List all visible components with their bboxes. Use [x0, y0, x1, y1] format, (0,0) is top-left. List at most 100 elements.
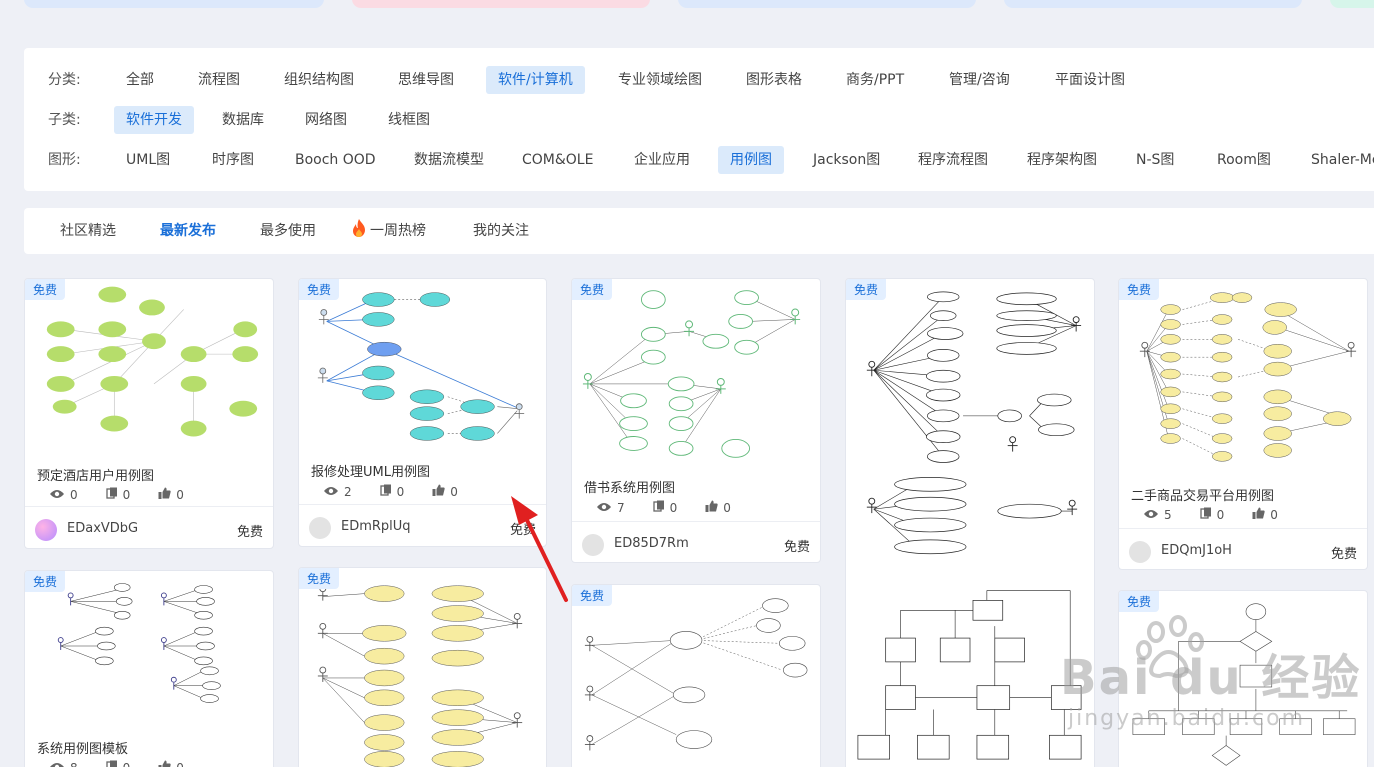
shape-option-com-ole[interactable]: COM&OLE: [510, 146, 605, 174]
thumbs-up-icon: [158, 760, 171, 767]
category-option-software[interactable]: 软件/计算机: [486, 66, 585, 94]
diagram-thumbnail: [317, 585, 523, 767]
category-option-graphic-design[interactable]: 平面设计图: [1043, 66, 1137, 94]
author-name[interactable]: EDQmJ1oH: [1161, 543, 1232, 558]
template-card-yellow-usecase[interactable]: 免费: [298, 567, 547, 767]
author-name[interactable]: ED85D7Rm: [614, 536, 689, 551]
banner-strip-pink[interactable]: [352, 0, 650, 8]
free-badge: 免费: [1119, 591, 1160, 612]
tab-community-picks[interactable]: 社区精选: [60, 208, 116, 254]
template-card-dashed-usecase[interactable]: 免费: [571, 584, 821, 767]
banner-strip-green[interactable]: [1330, 0, 1374, 8]
like-count: 0: [723, 500, 731, 515]
eye-icon: [49, 761, 65, 767]
avatar[interactable]: [309, 517, 331, 539]
price-label: 免费: [236, 525, 263, 540]
card-title[interactable]: 预定酒店用户用例图: [37, 465, 154, 484]
shape-option-sequence[interactable]: 时序图: [200, 146, 266, 174]
category-option-all[interactable]: 全部: [114, 66, 166, 94]
category-option-management[interactable]: 管理/咨询: [937, 66, 1022, 94]
eye-icon: [323, 485, 339, 499]
subcategory-option-wireframe[interactable]: 线框图: [376, 106, 442, 134]
subcategory-filter-row: 子类: 软件开发 数据库 网络图 线框图: [24, 106, 1374, 134]
category-option-flowchart[interactable]: 流程图: [186, 66, 252, 94]
shape-option-room[interactable]: Room图: [1205, 146, 1283, 174]
like-count: 0: [176, 761, 184, 767]
subcategory-option-software-dev[interactable]: 软件开发: [114, 106, 194, 134]
free-badge: 免费: [1119, 279, 1160, 300]
filter-panel: 分类: 全部 流程图 组织结构图 思维导图 软件/计算机 专业领域绘图 图形表格…: [24, 48, 1374, 191]
avatar[interactable]: [35, 519, 57, 541]
card-stats: 0 0 0: [49, 487, 184, 502]
shape-option-booch[interactable]: Booch OOD: [283, 146, 388, 174]
banner-strip-blue-3[interactable]: [1004, 0, 1302, 8]
card-title[interactable]: 系统用例图模板: [37, 738, 128, 757]
template-card-system[interactable]: 免费 系统用例图模板 8 0 0: [24, 570, 274, 767]
banner-strip-blue[interactable]: [24, 0, 324, 8]
template-card-class-diagram[interactable]: 免费: [845, 278, 1095, 767]
tab-weekly-hot[interactable]: 一周热榜: [350, 208, 426, 254]
free-badge: 免费: [846, 279, 887, 300]
diagram-thumbnail: [857, 291, 1082, 760]
diagram-thumbnail: [1139, 292, 1357, 462]
author-name[interactable]: EDmRplUq: [341, 519, 411, 534]
card-footer: EDQmJ1oH 免费: [1119, 528, 1367, 569]
banner-strip-blue-2[interactable]: [678, 0, 976, 8]
shape-option-ns[interactable]: N-S图: [1124, 146, 1186, 174]
copy-count: 0: [669, 500, 678, 515]
category-option-table[interactable]: 图形表格: [734, 66, 814, 94]
template-card-hotel[interactable]: 免费 预定酒店用户用例图 0 0 0 EDaxVDbG 免费: [24, 278, 274, 549]
category-option-org-chart[interactable]: 组织结构图: [272, 66, 366, 94]
shape-option-architecture[interactable]: 程序架构图: [1015, 146, 1109, 174]
eye-icon: [596, 501, 612, 515]
copy-count: 0: [122, 487, 131, 502]
shape-option-usecase[interactable]: 用例图: [718, 146, 784, 174]
thumbs-up-icon: [1252, 507, 1265, 522]
price-label: 免费: [783, 540, 810, 555]
card-stats: 7 0 0: [596, 500, 731, 515]
card-title[interactable]: 报修处理UML用例图: [311, 461, 430, 480]
thumbs-up-icon: [158, 487, 171, 502]
card-stats: 2 0 0: [323, 484, 458, 499]
shape-option-program-flow[interactable]: 程序流程图: [906, 146, 1000, 174]
fire-icon: [350, 211, 368, 257]
view-count: 7: [617, 500, 625, 515]
copy-count: 0: [1216, 507, 1225, 522]
template-card-secondhand[interactable]: 免费 二手商品交易平台用例图 5 0 0 EDQmJ1oH 免费: [1118, 278, 1368, 570]
subcategory-label: 子类:: [48, 112, 81, 128]
template-card-flowchart[interactable]: 免费: [1118, 590, 1368, 767]
template-card-repair[interactable]: 免费 报修处理UML用例图 2 0 0 EDmRplUq 免费: [298, 278, 547, 547]
card-title[interactable]: 借书系统用例图: [584, 477, 675, 496]
thumbs-up-icon: [432, 484, 445, 499]
free-badge: 免费: [25, 279, 66, 300]
free-badge: 免费: [572, 279, 613, 300]
shape-option-uml[interactable]: UML图: [114, 146, 182, 174]
shape-option-jackson[interactable]: Jackson图: [801, 146, 892, 174]
diagram-thumbnail: [46, 286, 259, 437]
subcategory-option-network[interactable]: 网络图: [293, 106, 359, 134]
tab-following[interactable]: 我的关注: [473, 208, 529, 254]
card-title[interactable]: 二手商品交易平台用例图: [1131, 485, 1274, 504]
template-card-library[interactable]: 免费 借书系统用例图 7 0 0 ED85D7Rm 免费: [571, 278, 821, 563]
subcategory-option-database[interactable]: 数据库: [210, 106, 276, 134]
copy-count: 0: [396, 484, 405, 499]
card-stats: 5 0 0: [1143, 507, 1278, 522]
tab-latest[interactable]: 最新发布: [160, 208, 216, 254]
diagram-thumbnail: [584, 598, 808, 751]
like-count: 0: [1270, 507, 1278, 522]
price-label: 免费: [1330, 547, 1357, 562]
category-option-mindmap[interactable]: 思维导图: [386, 66, 466, 94]
copy-icon: [379, 484, 392, 499]
thumbs-up-icon: [705, 500, 718, 515]
avatar[interactable]: [1129, 541, 1151, 563]
eye-icon: [1143, 508, 1159, 522]
avatar[interactable]: [582, 534, 604, 556]
shape-option-enterprise[interactable]: 企业应用: [622, 146, 702, 174]
like-count: 0: [176, 487, 184, 502]
shape-option-dataflow[interactable]: 数据流模型: [402, 146, 496, 174]
category-option-business[interactable]: 商务/PPT: [834, 66, 916, 94]
author-name[interactable]: EDaxVDbG: [67, 521, 138, 536]
shape-option-shaler[interactable]: Shaler-Me: [1299, 146, 1374, 174]
tab-most-used[interactable]: 最多使用: [260, 208, 316, 254]
category-option-professional[interactable]: 专业领域绘图: [606, 66, 714, 94]
